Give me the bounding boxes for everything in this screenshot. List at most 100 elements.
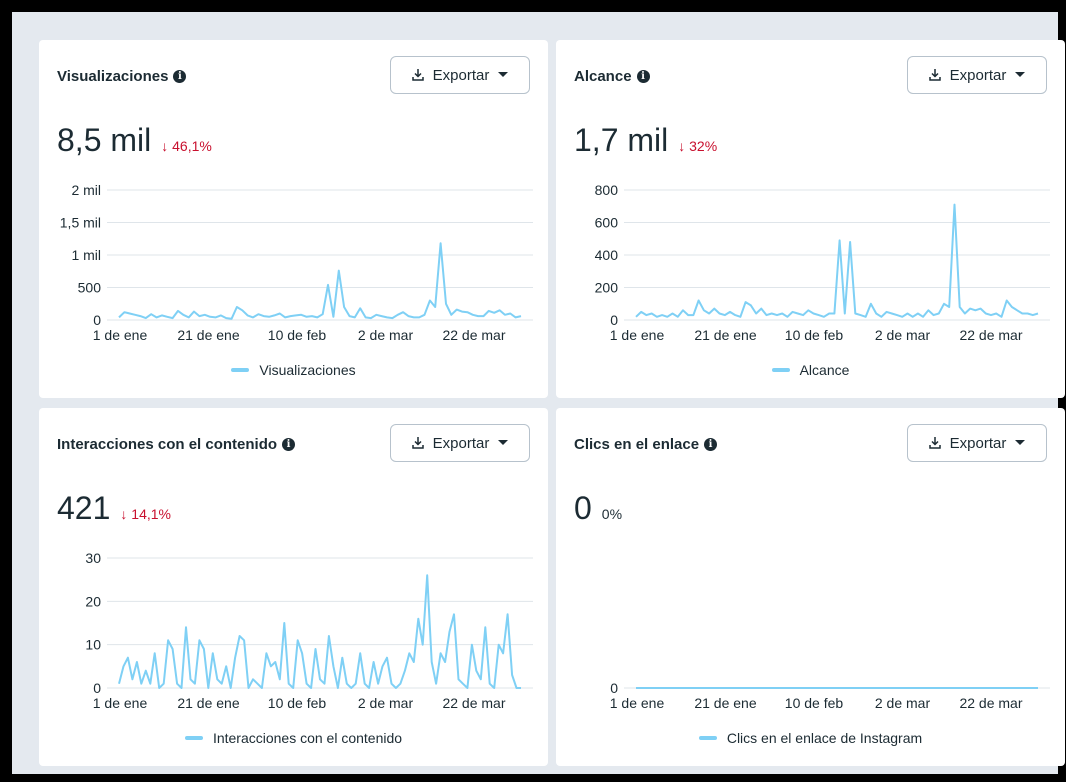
series-line	[118, 574, 521, 689]
metric-change: ↓ 32%	[678, 138, 717, 154]
export-button[interactable]: Exportar	[390, 424, 530, 462]
line-chart: 0 200 400 600 800 1 de ene 21 de ene 10 de feb 2…	[556, 180, 1066, 350]
caret-down-icon	[497, 439, 509, 447]
export-label: Exportar	[432, 66, 490, 84]
arrow-down-icon: ↓	[678, 138, 690, 154]
legend: Visualizaciones	[39, 362, 548, 378]
metric: 0 0%	[574, 490, 622, 527]
legend: Interacciones con el contenido	[39, 730, 548, 746]
x-tick-label: 21 de ene	[177, 327, 239, 343]
card-title: Clics en el enlace i	[574, 436, 718, 453]
x-tick-label: 21 de ene	[177, 695, 239, 711]
export-button[interactable]: Exportar	[907, 56, 1047, 94]
line-chart: 01 de ene 21 de ene 10 de feb 2 de mar 22 de…	[556, 548, 1066, 718]
y-tick-label: 1 mil	[71, 247, 101, 263]
caret-down-icon	[497, 71, 509, 79]
export-button[interactable]: Exportar	[907, 424, 1047, 462]
line-chart: 0 10 20 30 1 de ene 21 de ene 10 de feb 2 de ma…	[39, 548, 549, 718]
download-icon	[928, 68, 942, 82]
legend-label: Visualizaciones	[259, 362, 356, 378]
card-title: Interacciones con el contenido i	[57, 436, 296, 453]
y-tick-label: 400	[595, 247, 619, 263]
y-tick-label: 800	[595, 182, 619, 198]
y-tick-label: 10	[85, 637, 101, 653]
card-alcance: Alcance i Exportar 1,7 mil ↓ 32% 0 200 400…	[556, 40, 1065, 398]
info-icon[interactable]: i	[282, 438, 296, 451]
x-tick-label: 22 de mar	[959, 695, 1022, 711]
card-interacciones: Interacciones con el contenido i Exporta…	[39, 408, 548, 766]
card-title: Alcance i	[574, 68, 650, 85]
legend-label: Interacciones con el contenido	[212, 730, 403, 746]
x-tick-label: 10 de feb	[268, 695, 327, 711]
info-icon[interactable]: i	[704, 438, 718, 451]
x-tick-label: 1 de ene	[93, 695, 148, 711]
y-tick-label: 20	[85, 593, 101, 609]
series-line	[635, 203, 1039, 318]
x-tick-label: 1 de ene	[610, 327, 665, 343]
x-tick-label: 2 de mar	[875, 695, 931, 711]
card-title-text: Visualizaciones	[57, 68, 169, 85]
x-tick-label: 22 de mar	[959, 327, 1022, 343]
y-tick-label: 0	[93, 312, 101, 328]
arrow-down-icon: ↓	[161, 138, 173, 154]
x-tick-label: 2 de mar	[358, 327, 414, 343]
y-tick-label: 2 mil	[71, 182, 101, 198]
download-icon	[411, 68, 425, 82]
chart-svg: 0 200 400 600 800 1 de ene 21 de ene 10 de feb 2…	[595, 182, 1050, 343]
legend: Alcance	[556, 362, 1065, 378]
x-tick-label: 10 de feb	[785, 695, 844, 711]
metric-change-value: 46,1%	[172, 138, 212, 154]
legend: Clics en el enlace de Instagram	[556, 730, 1065, 746]
y-tick-label: 600	[595, 215, 619, 231]
legend-swatch	[698, 736, 717, 740]
x-tick-label: 22 de mar	[442, 695, 505, 711]
metric-change-value: 14,1%	[131, 506, 171, 522]
export-label: Exportar	[432, 434, 490, 452]
dashboard-frame: Visualizaciones i Exportar 8,5 mil ↓ 46,…	[10, 10, 1065, 776]
card-title: Visualizaciones i	[57, 68, 187, 85]
metric: 1,7 mil ↓ 32%	[574, 122, 717, 159]
metric-change: ↓ 14,1%	[120, 506, 171, 522]
card-visualizaciones: Visualizaciones i Exportar 8,5 mil ↓ 46,…	[39, 40, 548, 398]
export-label: Exportar	[949, 66, 1007, 84]
legend-swatch	[184, 736, 203, 740]
card-title-text: Clics en el enlace	[574, 436, 700, 453]
x-tick-label: 2 de mar	[358, 695, 414, 711]
card-title-text: Interacciones con el contenido	[57, 436, 278, 453]
info-icon[interactable]: i	[173, 70, 187, 83]
metric-change-value: 32%	[689, 138, 718, 154]
legend-label: Alcance	[799, 362, 850, 378]
x-tick-label: 1 de ene	[93, 327, 148, 343]
y-tick-label: 1,5 mil	[60, 215, 101, 231]
y-tick-label: 30	[85, 550, 101, 566]
x-tick-label: 1 de ene	[610, 695, 665, 711]
card-title-text: Alcance	[574, 68, 632, 85]
metric-value: 1,7 mil	[574, 122, 669, 158]
download-icon	[928, 436, 942, 450]
chart-svg: 01 de ene 21 de ene 10 de feb 2 de mar 22 de…	[610, 680, 1050, 711]
caret-down-icon	[1014, 71, 1026, 79]
y-tick-label: 0	[93, 680, 101, 696]
x-tick-label: 21 de ene	[694, 327, 756, 343]
legend-label: Clics en el enlace de Instagram	[726, 730, 923, 746]
arrow-down-icon: ↓	[120, 506, 132, 522]
x-tick-label: 21 de ene	[694, 695, 756, 711]
line-chart: 0 500 1 mil 1,5 mil 2 mil 1 de ene 21 de ene 10…	[39, 180, 549, 350]
metric-value: 0	[574, 490, 592, 526]
metric-change-value: 0%	[601, 506, 623, 522]
y-tick-label: 500	[78, 280, 102, 296]
caret-down-icon	[1014, 439, 1026, 447]
metric: 421 ↓ 14,1%	[57, 490, 171, 527]
x-tick-label: 2 de mar	[875, 327, 931, 343]
metric-change: ↓ 46,1%	[161, 138, 212, 154]
chart-svg: 0 500 1 mil 1,5 mil 2 mil 1 de ene 21 de ene 10…	[60, 182, 533, 343]
download-icon	[411, 436, 425, 450]
info-icon[interactable]: i	[636, 70, 650, 83]
y-tick-label: 0	[610, 680, 618, 696]
chart-svg: 0 10 20 30 1 de ene 21 de ene 10 de feb 2 de ma…	[85, 550, 533, 711]
legend-swatch	[231, 368, 250, 372]
x-tick-label: 10 de feb	[268, 327, 327, 343]
x-tick-label: 22 de mar	[442, 327, 505, 343]
metric-value: 8,5 mil	[57, 122, 152, 158]
export-button[interactable]: Exportar	[390, 56, 530, 94]
